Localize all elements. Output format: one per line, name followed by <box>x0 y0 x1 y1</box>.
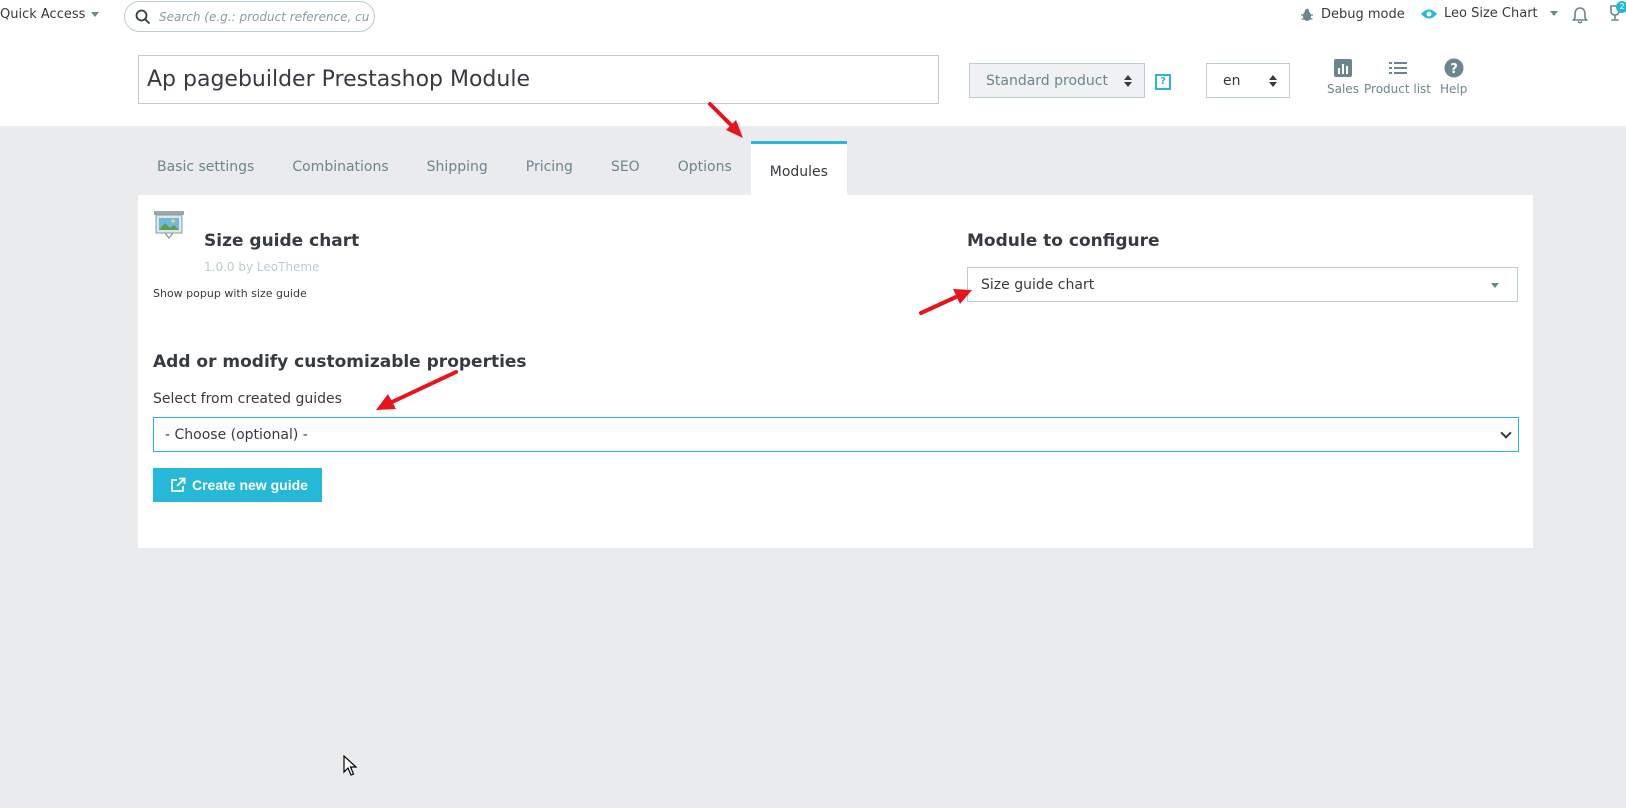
eye-icon <box>1421 9 1437 18</box>
product-tabs: Basic settings Combinations Shipping Pri… <box>138 141 847 195</box>
guides-select-label: Select from created guides <box>153 391 342 407</box>
module-configure-select[interactable]: Size guide chart <box>967 267 1518 302</box>
product-type-select[interactable]: Standard product <box>969 63 1145 98</box>
help-button[interactable]: ? Help <box>1440 58 1467 96</box>
notification-badge: 2 <box>1616 1 1626 13</box>
product-list-button[interactable]: Product list <box>1364 58 1431 96</box>
help-label: Help <box>1440 82 1468 96</box>
module-logo-icon <box>154 211 184 240</box>
chevron-down-icon <box>91 12 100 17</box>
module-version: 1.0.0 by LeoTheme <box>204 260 320 274</box>
tab-basic-settings[interactable]: Basic settings <box>138 141 273 195</box>
search-icon <box>135 9 151 24</box>
product-type-help-icon[interactable]: ? <box>1155 74 1171 90</box>
properties-title: Add or modify customizable properties <box>153 352 527 372</box>
quick-access-label: Quick Access <box>0 7 86 22</box>
bell-icon[interactable] <box>1572 6 1588 24</box>
create-new-guide-button[interactable]: Create new guide <box>153 468 322 502</box>
module-title: Size guide chart <box>204 231 360 251</box>
quick-access-menu[interactable]: Quick Access <box>0 7 100 22</box>
sales-label: Sales <box>1327 82 1359 96</box>
shop-name: Leo Size Chart <box>1444 6 1538 21</box>
list-icon <box>1388 62 1407 74</box>
module-configure-value: Size guide chart <box>981 276 1095 293</box>
language-select[interactable]: en <box>1206 63 1290 98</box>
configure-title: Module to configure <box>967 231 1160 251</box>
top-header: Quick Access Debug mode Leo Size Chart 2 <box>0 0 1626 34</box>
search-box[interactable] <box>124 1 375 32</box>
help-circle-icon: ? <box>1444 58 1464 78</box>
guides-select[interactable]: - Choose (optional) - <box>153 417 1519 452</box>
chevron-down-icon <box>1549 11 1558 16</box>
tab-modules[interactable]: Modules <box>750 141 847 195</box>
product-name-input[interactable] <box>138 55 939 104</box>
guides-select-value: - Choose (optional) - <box>165 426 308 443</box>
create-new-guide-label: Create new guide <box>192 477 308 493</box>
chevron-down-icon <box>1500 427 1512 439</box>
product-header: Standard product ? en Sales Product list… <box>0 34 1626 126</box>
external-link-icon <box>171 477 186 492</box>
module-description: Show popup with size guide <box>153 287 307 300</box>
modules-panel: Size guide chart 1.0.0 by LeoTheme Show … <box>138 195 1533 548</box>
sort-arrows-icon <box>1269 75 1277 87</box>
search-input[interactable] <box>159 9 369 24</box>
tab-pricing[interactable]: Pricing <box>507 141 592 195</box>
bug-icon <box>1301 8 1313 21</box>
product-type-value: Standard product <box>986 72 1108 89</box>
sort-arrows-icon <box>1124 75 1132 87</box>
product-list-label: Product list <box>1364 82 1432 96</box>
debug-mode-label: Debug mode <box>1321 7 1405 22</box>
tab-shipping[interactable]: Shipping <box>408 141 507 195</box>
debug-mode-link[interactable]: Debug mode <box>1300 7 1405 22</box>
svg-text:?: ? <box>1450 62 1458 77</box>
sales-button[interactable]: Sales <box>1327 58 1359 96</box>
language-value: en <box>1223 72 1241 89</box>
bar-chart-icon <box>1333 59 1352 77</box>
tab-combinations[interactable]: Combinations <box>273 141 407 195</box>
tab-seo[interactable]: SEO <box>592 141 659 195</box>
tab-options[interactable]: Options <box>659 141 751 195</box>
chevron-down-icon <box>1491 283 1499 288</box>
mouse-cursor-icon <box>343 755 357 776</box>
shop-switch[interactable]: Leo Size Chart <box>1420 6 1558 21</box>
